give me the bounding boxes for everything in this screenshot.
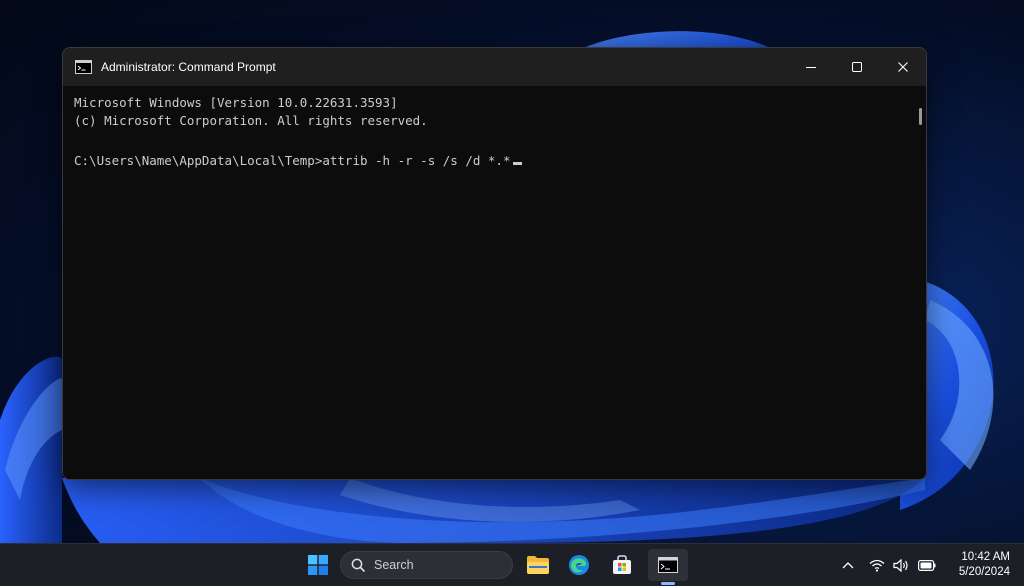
text-cursor	[512, 162, 522, 165]
minimize-button[interactable]	[788, 48, 834, 86]
maximize-icon	[852, 62, 862, 72]
start-button[interactable]	[302, 544, 334, 586]
search-icon	[351, 558, 366, 573]
network-button[interactable]	[866, 544, 888, 586]
taskbar-clock[interactable]: 10:42 AM 5/20/2024	[959, 550, 1010, 580]
window-titlebar[interactable]: Administrator: Command Prompt	[63, 48, 926, 86]
cmd-icon	[75, 60, 92, 74]
file-explorer-icon	[527, 556, 549, 574]
edge-icon	[569, 555, 589, 575]
battery-icon	[918, 559, 936, 571]
window-title: Administrator: Command Prompt	[101, 60, 276, 74]
maximize-button[interactable]	[834, 48, 880, 86]
taskbar-search[interactable]: Search	[340, 551, 513, 579]
console-command: C:\Users\Name\AppData\Local\Temp>attrib …	[74, 153, 511, 168]
command-prompt-window[interactable]: Administrator: Command Prompt Microsoft …	[62, 47, 927, 480]
scrollbar-thumb[interactable]	[919, 108, 922, 125]
close-button[interactable]	[880, 48, 926, 86]
clock-time: 10:42 AM	[961, 551, 1010, 563]
volume-icon	[893, 558, 908, 572]
file-explorer-button[interactable]	[522, 544, 554, 586]
console-line: Microsoft Windows [Version 10.0.22631.35…	[74, 95, 398, 110]
clock-date: 5/20/2024	[958, 566, 1010, 578]
store-icon	[613, 555, 631, 574]
console-output[interactable]: Microsoft Windows [Version 10.0.22631.35…	[63, 86, 926, 479]
terminal-icon-wrap[interactable]	[648, 544, 688, 586]
close-icon	[898, 62, 908, 72]
show-hidden-icons-button[interactable]	[838, 544, 858, 586]
battery-button[interactable]	[914, 544, 940, 586]
edge-button[interactable]	[563, 544, 595, 586]
search-label: Search	[374, 558, 414, 572]
terminal-icon	[658, 557, 678, 573]
chevron-up-icon	[842, 562, 854, 569]
store-button[interactable]	[606, 544, 638, 586]
minimize-icon	[806, 67, 816, 68]
windows-start-icon	[308, 555, 328, 575]
console-prompt-line[interactable]: C:\Users\Name\AppData\Local\Temp>attrib …	[74, 152, 522, 170]
volume-button[interactable]	[890, 544, 912, 586]
wifi-icon	[869, 559, 885, 572]
console-line: (c) Microsoft Corporation. All rights re…	[74, 113, 428, 128]
taskbar: Search 10:42 AM 5/20/2024	[0, 543, 1024, 586]
